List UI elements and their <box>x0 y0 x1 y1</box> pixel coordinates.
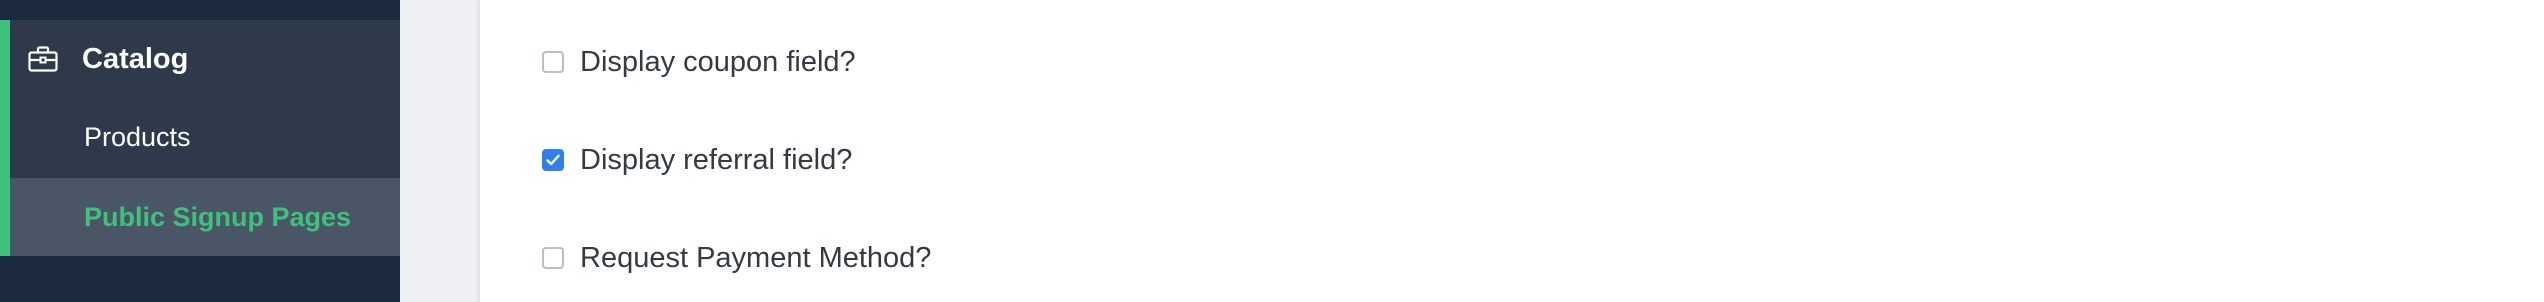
briefcase-icon <box>28 46 58 72</box>
sidebar-item-catalog[interactable]: Catalog <box>10 20 400 98</box>
display-referral-field-label[interactable]: Display referral field? <box>580 144 852 177</box>
request-payment-method-label[interactable]: Request Payment Method? <box>580 242 931 275</box>
sidebar: Catalog Products Public Signup Pages <box>0 0 400 302</box>
checkmark-icon <box>546 154 560 166</box>
page: Catalog Products Public Signup Pages Dis… <box>0 0 2544 302</box>
display-coupon-field-checkbox[interactable] <box>542 51 564 73</box>
display-coupon-field-label[interactable]: Display coupon field? <box>580 46 856 79</box>
sidebar-item-products[interactable]: Products <box>10 98 400 176</box>
settings-panel: Display coupon field? Display referral f… <box>480 0 2544 302</box>
display-referral-field-option[interactable]: Display referral field? <box>542 140 852 180</box>
sidebar-item-public-signup-pages[interactable]: Public Signup Pages <box>10 178 400 256</box>
sidebar-item-catalog-label: Catalog <box>82 43 189 75</box>
sidebar-section-catalog: Catalog Products Public Signup Pages <box>0 20 400 256</box>
request-payment-method-checkbox[interactable] <box>542 247 564 269</box>
display-referral-field-checkbox[interactable] <box>542 149 564 171</box>
sidebar-item-products-label: Products <box>84 122 191 152</box>
request-payment-method-option[interactable]: Request Payment Method? <box>542 238 931 278</box>
active-section-indicator <box>0 20 10 256</box>
sidebar-item-public-signup-pages-label: Public Signup Pages <box>84 202 352 232</box>
display-coupon-field-option[interactable]: Display coupon field? <box>542 42 856 82</box>
